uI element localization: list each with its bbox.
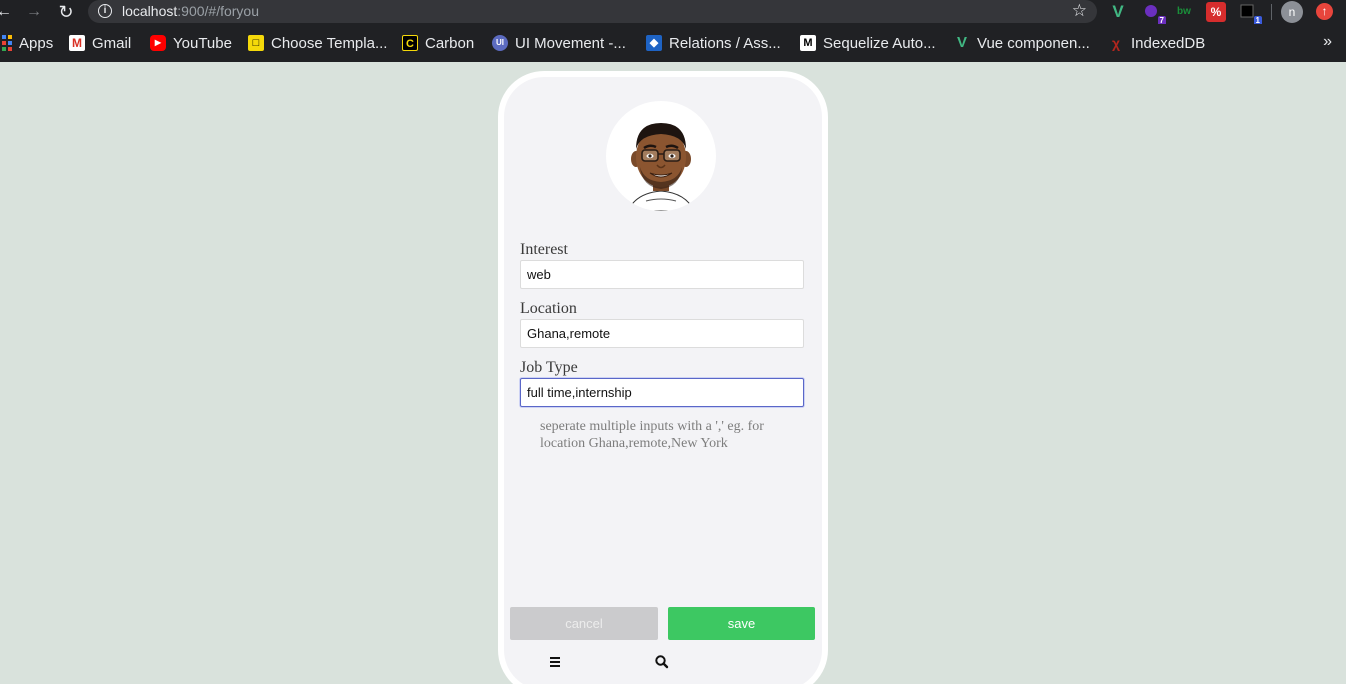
extension-box-icon[interactable]: 1 <box>1238 2 1262 26</box>
bookmark-label: Sequelize Auto... <box>823 34 936 52</box>
menu-icon[interactable] <box>548 654 564 670</box>
bookmark-label: UI Movement -... <box>515 34 626 52</box>
bookmark-vue-components[interactable]: V Vue componen... <box>954 34 1090 52</box>
toolbar-divider <box>1271 4 1272 20</box>
bookmark-carbon[interactable]: C Carbon <box>402 34 474 52</box>
bookmark-label: Choose Templa... <box>271 34 388 52</box>
url-text[interactable]: localhost:900/#/foryou <box>122 3 259 19</box>
bookmark-label: Apps <box>19 34 54 52</box>
job-type-label: Job Type <box>520 359 578 376</box>
bookmarks-bar: Apps M Gmail ▶ YouTube □ Choose Templa..… <box>0 24 1346 62</box>
profile-avatar[interactable]: n <box>1281 1 1303 23</box>
relations-icon: ◆ <box>646 35 662 51</box>
address-bar[interactable]: i localhost:900/#/foryou ☆ <box>88 0 1097 23</box>
ui-movement-icon: UI <box>492 35 508 51</box>
bookmarks-overflow-icon[interactable]: » <box>1323 33 1332 51</box>
bookmark-choose-template[interactable]: □ Choose Templa... <box>248 34 387 52</box>
bookmark-label: IndexedDB <box>1131 34 1206 52</box>
reload-icon[interactable]: ↻ <box>56 2 76 22</box>
bookmark-relations[interactable]: ◆ Relations / Ass... <box>646 34 781 52</box>
youtube-icon: ▶ <box>150 35 166 51</box>
bookmark-gmail[interactable]: M Gmail <box>69 34 131 52</box>
job-type-input[interactable] <box>520 378 804 407</box>
bookmark-label: Relations / Ass... <box>669 34 781 52</box>
bookmark-star-icon[interactable]: ☆ <box>1072 1 1087 21</box>
bookmark-youtube[interactable]: ▶ YouTube <box>150 34 232 52</box>
carbon-icon: C <box>402 35 418 51</box>
back-arrow-icon[interactable]: ← <box>0 2 14 22</box>
url-host: localhost <box>122 3 178 19</box>
apps-grid-icon <box>0 35 12 51</box>
app-screen: Interest Location Job Type seperate mult… <box>504 77 822 684</box>
location-label: Location <box>520 300 577 317</box>
forward-arrow-icon[interactable]: → <box>24 2 44 22</box>
template-icon: □ <box>248 35 264 51</box>
site-info-icon[interactable]: i <box>98 4 112 18</box>
bookmark-label: Gmail <box>92 34 132 52</box>
location-input[interactable] <box>520 319 804 348</box>
extension-bw-icon[interactable]: bw <box>1174 2 1194 22</box>
bookmark-label: Carbon <box>425 34 475 52</box>
interest-input[interactable] <box>520 260 804 289</box>
profile-avatar-image <box>606 101 716 211</box>
vue-devtools-icon[interactable]: V <box>1108 2 1128 22</box>
update-icon[interactable]: ↑ <box>1316 3 1333 20</box>
extension-red-icon[interactable]: % <box>1206 2 1226 22</box>
browser-toolbar: ← → ↻ i localhost:900/#/foryou ☆ V 7 bw … <box>0 0 1346 26</box>
bookmark-label: Vue componen... <box>977 34 1090 52</box>
indexeddb-icon: χ <box>1111 35 1121 51</box>
bookmark-label: YouTube <box>173 34 232 52</box>
interest-label: Interest <box>520 241 568 258</box>
gmail-icon: M <box>69 35 85 51</box>
url-path: :900/#/foryou <box>177 3 259 19</box>
bookmark-ui-movement[interactable]: UI UI Movement -... <box>492 34 626 52</box>
bookmark-indexeddb[interactable]: χ IndexedDB <box>1108 34 1205 52</box>
vue-icon: V <box>956 34 967 51</box>
phone-frame: Interest Location Job Type seperate mult… <box>498 71 828 684</box>
bookmark-sequelize-auto[interactable]: M Sequelize Auto... <box>800 34 936 52</box>
save-button[interactable]: save <box>668 607 815 640</box>
extension-purple-icon[interactable]: 7 <box>1142 2 1166 26</box>
input-hint: seperate multiple inputs with a ',' eg. … <box>540 419 764 451</box>
search-icon[interactable] <box>654 654 670 670</box>
medium-icon: M <box>800 35 816 51</box>
bookmark-apps[interactable]: Apps <box>0 34 53 52</box>
cancel-button[interactable]: cancel <box>510 607 658 640</box>
